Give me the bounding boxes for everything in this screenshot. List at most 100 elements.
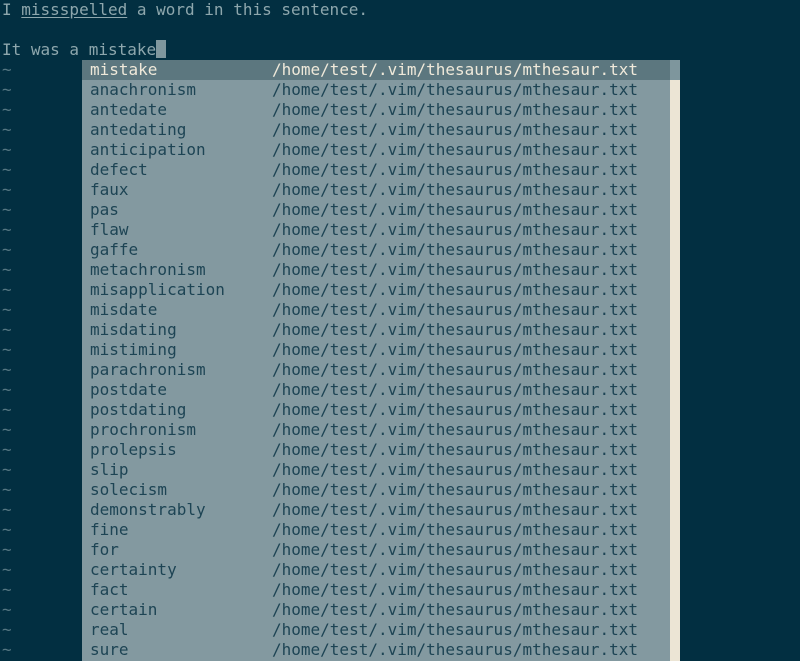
completion-item[interactable]: sure/home/test/.vim/thesaurus/mthesaur.t…	[82, 640, 670, 660]
empty-line-marker: ~	[2, 400, 12, 419]
empty-line-marker: ~	[2, 480, 12, 499]
completion-item-word: mistiming	[90, 340, 177, 359]
completion-item-word: metachronism	[90, 260, 206, 279]
completion-item[interactable]: fact/home/test/.vim/thesaurus/mthesaur.t…	[82, 580, 670, 600]
completion-item-source-path: /home/test/.vim/thesaurus/mthesaur.txt	[272, 420, 639, 439]
completion-item-source-path: /home/test/.vim/thesaurus/mthesaur.txt	[272, 260, 639, 279]
completion-item[interactable]: slip/home/test/.vim/thesaurus/mthesaur.t…	[82, 460, 670, 480]
completion-item-word: misdating	[90, 320, 177, 339]
completion-item-word: antedating	[90, 120, 187, 139]
completion-item-list[interactable]: mistake/home/test/.vim/thesaurus/mthesau…	[82, 60, 670, 661]
empty-line-marker: ~	[2, 640, 12, 659]
completion-item[interactable]: certainty/home/test/.vim/thesaurus/mthes…	[82, 560, 670, 580]
popup-scrollbar-thumb[interactable]	[670, 80, 680, 661]
completion-item-word: fine	[90, 520, 129, 539]
popup-scrollbar-track-top	[670, 60, 680, 80]
completion-item-word: postdate	[90, 380, 168, 399]
completion-item[interactable]: pas/home/test/.vim/thesaurus/mthesaur.tx…	[82, 200, 670, 220]
empty-line-marker: ~	[2, 180, 12, 199]
completion-item-source-path: /home/test/.vim/thesaurus/mthesaur.txt	[272, 340, 639, 359]
completion-item[interactable]: prochronism/home/test/.vim/thesaurus/mth…	[82, 420, 670, 440]
empty-line-marker: ~	[2, 320, 12, 339]
completion-item[interactable]: misdating/home/test/.vim/thesaurus/mthes…	[82, 320, 670, 340]
completion-item-source-path: /home/test/.vim/thesaurus/mthesaur.txt	[272, 500, 639, 519]
completion-item[interactable]: parachronism/home/test/.vim/thesaurus/mt…	[82, 360, 670, 380]
empty-line-marker: ~	[2, 260, 12, 279]
completion-item[interactable]: antedating/home/test/.vim/thesaurus/mthe…	[82, 120, 670, 140]
completion-item[interactable]: flaw/home/test/.vim/thesaurus/mthesaur.t…	[82, 220, 670, 240]
empty-line-marker: ~	[2, 460, 12, 479]
misspelled-word[interactable]: missspelled	[21, 0, 127, 19]
line1-prefix: I	[2, 0, 22, 19]
completion-item-source-path: /home/test/.vim/thesaurus/mthesaur.txt	[272, 540, 639, 559]
completion-item[interactable]: fine/home/test/.vim/thesaurus/mthesaur.t…	[82, 520, 670, 540]
completion-item[interactable]: defect/home/test/.vim/thesaurus/mthesaur…	[82, 160, 670, 180]
completion-item-word: fact	[90, 580, 129, 599]
completion-item-word: faux	[90, 180, 129, 199]
empty-line-marker: ~	[2, 340, 12, 359]
empty-line-marker: ~	[2, 360, 12, 379]
line1-suffix: a word in this sentence.	[127, 0, 369, 19]
empty-line-marker: ~	[2, 280, 12, 299]
completion-item-source-path: /home/test/.vim/thesaurus/mthesaur.txt	[272, 140, 639, 159]
empty-line-marker: ~	[2, 580, 12, 599]
completion-item-word: parachronism	[90, 360, 206, 379]
completion-item-source-path: /home/test/.vim/thesaurus/mthesaur.txt	[272, 440, 639, 459]
completion-item[interactable]: misdate/home/test/.vim/thesaurus/mthesau…	[82, 300, 670, 320]
empty-line-marker: ~	[2, 520, 12, 539]
completion-item-source-path: /home/test/.vim/thesaurus/mthesaur.txt	[272, 320, 639, 339]
completion-item-word: pas	[90, 200, 119, 219]
completion-item-word: defect	[90, 160, 148, 179]
completion-item-word: slip	[90, 460, 129, 479]
completion-item-source-path: /home/test/.vim/thesaurus/mthesaur.txt	[272, 600, 639, 619]
completion-item-word: certain	[90, 600, 158, 619]
empty-line-marker: ~	[2, 440, 12, 459]
vim-terminal-window[interactable]: I missspelled a word in this sentence. I…	[0, 0, 800, 661]
completion-item-word: sure	[90, 640, 129, 659]
completion-item-source-path: /home/test/.vim/thesaurus/mthesaur.txt	[272, 160, 639, 179]
completion-item-source-path: /home/test/.vim/thesaurus/mthesaur.txt	[272, 200, 639, 219]
completion-item[interactable]: anachronism/home/test/.vim/thesaurus/mth…	[82, 80, 670, 100]
completion-item[interactable]: demonstrably/home/test/.vim/thesaurus/mt…	[82, 500, 670, 520]
completion-item-word: solecism	[90, 480, 168, 499]
line3-text: It was a mistake	[2, 40, 157, 59]
completion-item-word: misapplication	[90, 280, 225, 299]
empty-line-marker: ~	[2, 140, 12, 159]
completion-item-word: postdating	[90, 400, 187, 419]
empty-line-marker: ~	[2, 620, 12, 639]
text-cursor	[156, 40, 167, 58]
completion-item-word: prochronism	[90, 420, 196, 439]
completion-item-source-path: /home/test/.vim/thesaurus/mthesaur.txt	[272, 460, 639, 479]
popup-scrollbar[interactable]	[670, 60, 680, 661]
completion-item[interactable]: certain/home/test/.vim/thesaurus/mthesau…	[82, 600, 670, 620]
completion-item-word: misdate	[90, 300, 158, 319]
completion-item-source-path: /home/test/.vim/thesaurus/mthesaur.txt	[272, 80, 639, 99]
empty-line-marker: ~	[2, 380, 12, 399]
completion-item[interactable]: prolepsis/home/test/.vim/thesaurus/mthes…	[82, 440, 670, 460]
empty-line-marker: ~	[2, 200, 12, 219]
completion-popup-menu[interactable]: mistake/home/test/.vim/thesaurus/mthesau…	[82, 60, 680, 661]
completion-item[interactable]: antedate/home/test/.vim/thesaurus/mthesa…	[82, 100, 670, 120]
completion-item[interactable]: solecism/home/test/.vim/thesaurus/mthesa…	[82, 480, 670, 500]
completion-item[interactable]: postdating/home/test/.vim/thesaurus/mthe…	[82, 400, 670, 420]
empty-line-marker: ~	[2, 60, 12, 79]
empty-line-marker: ~	[2, 420, 12, 439]
completion-item[interactable]: postdate/home/test/.vim/thesaurus/mthesa…	[82, 380, 670, 400]
completion-item-source-path: /home/test/.vim/thesaurus/mthesaur.txt	[272, 220, 639, 239]
completion-item[interactable]: metachronism/home/test/.vim/thesaurus/mt…	[82, 260, 670, 280]
completion-item-source-path: /home/test/.vim/thesaurus/mthesaur.txt	[272, 100, 639, 119]
completion-item[interactable]: mistiming/home/test/.vim/thesaurus/mthes…	[82, 340, 670, 360]
completion-item[interactable]: anticipation/home/test/.vim/thesaurus/mt…	[82, 140, 670, 160]
completion-item[interactable]: real/home/test/.vim/thesaurus/mthesaur.t…	[82, 620, 670, 640]
completion-item[interactable]: mistake/home/test/.vim/thesaurus/mthesau…	[82, 60, 670, 80]
buffer-line-3: It was a mistake	[2, 40, 167, 60]
completion-item-word: antedate	[90, 100, 168, 119]
completion-item-source-path: /home/test/.vim/thesaurus/mthesaur.txt	[272, 240, 639, 259]
completion-item-source-path: /home/test/.vim/thesaurus/mthesaur.txt	[272, 400, 639, 419]
completion-item[interactable]: faux/home/test/.vim/thesaurus/mthesaur.t…	[82, 180, 670, 200]
completion-item-source-path: /home/test/.vim/thesaurus/mthesaur.txt	[272, 560, 639, 579]
completion-item[interactable]: for/home/test/.vim/thesaurus/mthesaur.tx…	[82, 540, 670, 560]
completion-item-word: for	[90, 540, 119, 559]
completion-item[interactable]: gaffe/home/test/.vim/thesaurus/mthesaur.…	[82, 240, 670, 260]
completion-item[interactable]: misapplication/home/test/.vim/thesaurus/…	[82, 280, 670, 300]
